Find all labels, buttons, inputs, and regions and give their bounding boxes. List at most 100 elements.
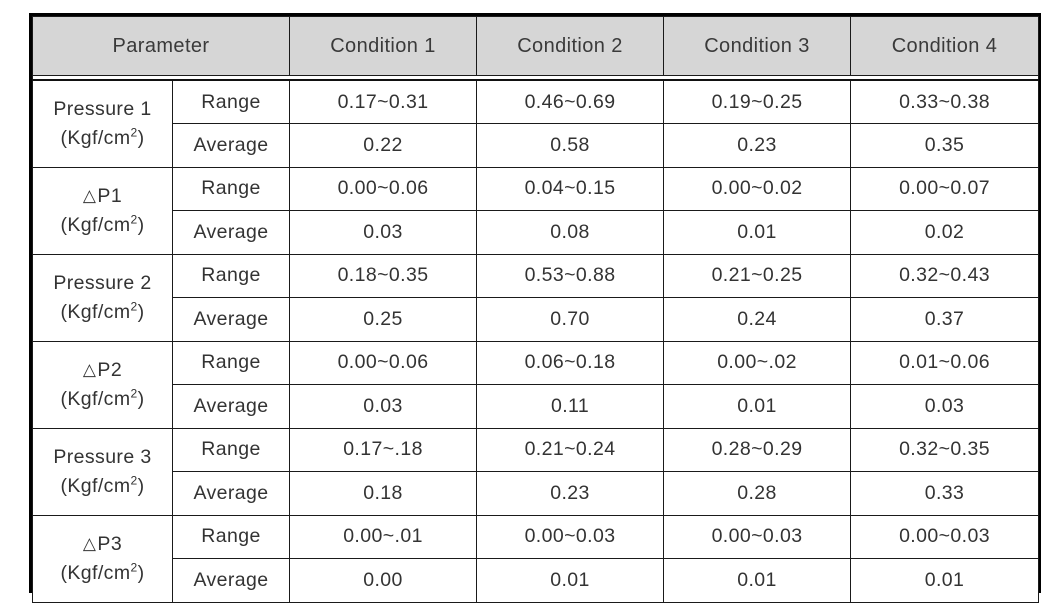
triangle-icon: △ xyxy=(82,186,97,206)
row-header-delta-p3: △P3 (Kgf/cm2) xyxy=(32,514,173,603)
stat-label-average: Average xyxy=(171,210,291,255)
column-header-condition-1: Condition 1 xyxy=(289,16,478,76)
cell-value: 0.17~0.31 xyxy=(289,79,478,124)
row-header-delta-p1: △P1 (Kgf/cm2) xyxy=(32,166,173,255)
cell-value: 0.22 xyxy=(289,123,478,168)
cell-value: 0.58 xyxy=(476,123,665,168)
parameter-unit-text: (Kgf/cm2) xyxy=(60,386,145,410)
parameter-unit-text: (Kgf/cm2) xyxy=(60,299,145,323)
cell-value: 0.17~.18 xyxy=(289,427,478,472)
cell-value: 0.00~0.07 xyxy=(850,166,1040,211)
table-row: Average 0.00 0.01 0.01 0.01 xyxy=(33,558,1040,603)
column-header-parameter: Parameter xyxy=(31,16,291,76)
cell-value: 0.46~0.69 xyxy=(476,79,665,124)
cell-value: 0.03 xyxy=(289,210,478,255)
triangle-icon: △ xyxy=(82,534,97,554)
cell-value: 0.32~0.43 xyxy=(850,253,1040,298)
cell-value: 0.33 xyxy=(850,471,1040,516)
cell-value: 0.24 xyxy=(663,297,852,342)
cell-value: 0.70 xyxy=(476,297,665,342)
cell-value: 0.01 xyxy=(476,558,665,603)
cell-value: 0.00~0.02 xyxy=(663,166,852,211)
cell-value: 0.11 xyxy=(476,384,665,429)
row-header-pressure-3: Pressure 3 (Kgf/cm2) xyxy=(32,427,173,516)
cell-value: 0.32~0.35 xyxy=(850,427,1040,472)
row-header-pressure-2: Pressure 2 (Kgf/cm2) xyxy=(32,253,173,342)
table-row: △P1 (Kgf/cm2) Range 0.00~0.06 0.04~0.15 … xyxy=(32,166,1040,255)
table-row: △P2 (Kgf/cm2) Range 0.00~0.06 0.06~0.18 … xyxy=(32,340,1040,429)
stat-label-range: Range xyxy=(171,253,291,298)
parameter-unit-text: (Kgf/cm2) xyxy=(60,212,145,236)
cell-value: 0.03 xyxy=(850,384,1040,429)
pressure-measurement-table-container: Parameter Condition 1 Condition 2 Condit… xyxy=(29,13,1041,603)
cell-value: 0.33~0.38 xyxy=(850,79,1040,124)
table-row: Pressure 1 (Kgf/cm2) Range 0.17~0.31 0.4… xyxy=(32,79,1040,168)
parameter-name-text: P1 xyxy=(97,185,123,208)
stat-label-range: Range xyxy=(171,514,291,559)
table-row: Pressure 2 (Kgf/cm2) Range 0.18~0.35 0.5… xyxy=(32,253,1040,342)
cell-value: 0.02 xyxy=(850,210,1040,255)
table-row: Average 0.25 0.70 0.24 0.37 xyxy=(33,297,1040,342)
cell-value: 0.01~0.06 xyxy=(850,340,1040,385)
column-header-condition-4: Condition 4 xyxy=(850,16,1040,76)
cell-value: 0.23 xyxy=(663,123,852,168)
cell-value: 0.01 xyxy=(663,558,852,603)
stat-label-average: Average xyxy=(171,297,291,342)
cell-value: 0.53~0.88 xyxy=(476,253,665,298)
parameter-name-text: P2 xyxy=(97,359,123,382)
cell-value: 0.00~.02 xyxy=(663,340,852,385)
stat-label-average: Average xyxy=(171,123,291,168)
cell-value: 0.03 xyxy=(289,384,478,429)
cell-value: 0.08 xyxy=(476,210,665,255)
table-row: Average 0.18 0.23 0.28 0.33 xyxy=(33,471,1040,516)
stat-label-range: Range xyxy=(171,340,291,385)
stat-label-range: Range xyxy=(171,166,291,211)
header-row: Parameter Condition 1 Condition 2 Condit… xyxy=(31,16,1040,76)
cell-value: 0.35 xyxy=(850,123,1040,168)
stat-label-average: Average xyxy=(171,384,291,429)
cell-value: 0.00~0.06 xyxy=(289,340,478,385)
parameter-name-text: Pressure 2 xyxy=(53,272,152,295)
cell-value: 0.28~0.29 xyxy=(663,427,852,472)
cell-value: 0.00~0.03 xyxy=(850,514,1040,559)
pressure-measurement-table: Parameter Condition 1 Condition 2 Condit… xyxy=(31,16,1040,603)
table-row: △P3 (Kgf/cm2) Range 0.00~.01 0.00~0.03 0… xyxy=(32,514,1040,603)
cell-value: 0.18 xyxy=(289,471,478,516)
table-body: Pressure 1 (Kgf/cm2) Range 0.17~0.31 0.4… xyxy=(32,79,1040,603)
row-header-pressure-1: Pressure 1 (Kgf/cm2) xyxy=(32,79,173,168)
cell-value: 0.25 xyxy=(289,297,478,342)
parameter-unit-text: (Kgf/cm2) xyxy=(60,560,145,584)
cell-value: 0.00~0.06 xyxy=(289,166,478,211)
cell-value: 0.01 xyxy=(663,384,852,429)
column-header-condition-2: Condition 2 xyxy=(476,16,665,76)
cell-value: 0.06~0.18 xyxy=(476,340,665,385)
cell-value: 0.00 xyxy=(289,558,478,603)
stat-label-average: Average xyxy=(171,471,291,516)
parameter-name-text: Pressure 1 xyxy=(53,98,152,121)
parameter-name-text: P3 xyxy=(97,533,123,556)
table-row: Average 0.03 0.11 0.01 0.03 xyxy=(33,384,1040,429)
table-row: Average 0.22 0.58 0.23 0.35 xyxy=(33,123,1040,168)
cell-value: 0.28 xyxy=(663,471,852,516)
stat-label-range: Range xyxy=(171,79,291,124)
parameter-unit-text: (Kgf/cm2) xyxy=(60,125,145,149)
cell-value: 0.21~0.25 xyxy=(663,253,852,298)
table-row: Average 0.03 0.08 0.01 0.02 xyxy=(33,210,1040,255)
cell-value: 0.01 xyxy=(663,210,852,255)
table-row: Pressure 3 (Kgf/cm2) Range 0.17~.18 0.21… xyxy=(32,427,1040,516)
cell-value: 0.21~0.24 xyxy=(476,427,665,472)
cell-value: 0.00~0.03 xyxy=(663,514,852,559)
cell-value: 0.00~0.03 xyxy=(476,514,665,559)
table-header: Parameter Condition 1 Condition 2 Condit… xyxy=(31,16,1040,81)
cell-value: 0.01 xyxy=(850,558,1040,603)
stat-label-average: Average xyxy=(171,558,291,603)
cell-value: 0.00~.01 xyxy=(289,514,478,559)
cell-value: 0.04~0.15 xyxy=(476,166,665,211)
triangle-icon: △ xyxy=(82,360,97,380)
column-header-condition-3: Condition 3 xyxy=(663,16,852,76)
cell-value: 0.18~0.35 xyxy=(289,253,478,298)
cell-value: 0.37 xyxy=(850,297,1040,342)
row-header-delta-p2: △P2 (Kgf/cm2) xyxy=(32,340,173,429)
parameter-unit-text: (Kgf/cm2) xyxy=(60,473,145,497)
cell-value: 0.19~0.25 xyxy=(663,79,852,124)
